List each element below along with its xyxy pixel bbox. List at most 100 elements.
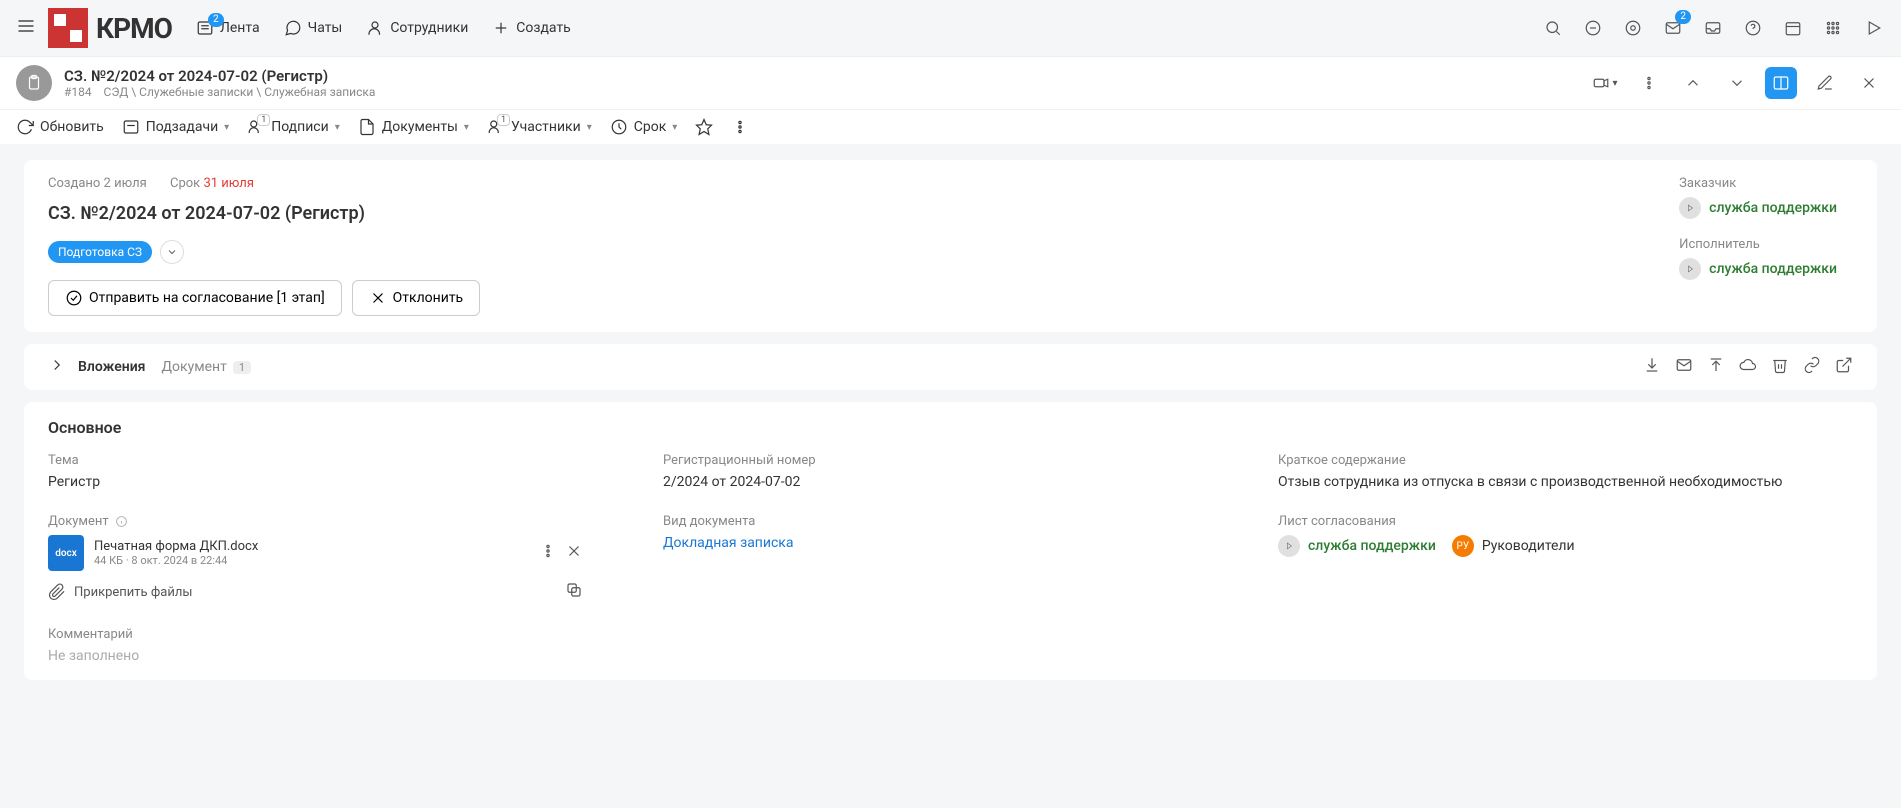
help-button[interactable] [1741,16,1765,40]
nav-create[interactable]: Создать [492,19,571,37]
close-button[interactable] [1853,67,1885,99]
document-icon [358,118,376,136]
file-remove-button[interactable] [565,542,583,564]
cloud-button[interactable] [1739,356,1757,378]
next-button[interactable] [1721,67,1753,99]
file-more-button[interactable] [539,542,557,564]
comment-label: Комментарий [48,627,623,642]
chevron-down-icon [1728,74,1746,92]
file-name[interactable]: Печатная форма ДКП.docx [94,539,258,554]
nav-feed-badge: 2 [208,13,224,27]
participants-label: Участники [511,119,581,135]
approval-user-2[interactable]: РУ Руководители [1452,535,1575,557]
nav-chats-label: Чаты [308,20,343,36]
file-icon: docx [48,535,84,571]
send-approval-label: Отправить на согласование [1 этап] [89,290,325,306]
summary-label: Краткое содержание [1278,453,1853,468]
grid-icon [1824,19,1842,37]
customer-name: служба поддержки [1709,200,1837,216]
approval-label: Лист согласования [1278,514,1853,529]
favorite-button[interactable] [695,118,713,136]
play-small-icon [1685,203,1695,213]
customer-chip[interactable]: служба поддержки [1679,197,1837,219]
customer-label: Заказчик [1679,176,1837,191]
deadline-meta-label: Срок [170,176,200,191]
participants-button[interactable]: 1 Участники ▾ [487,118,592,136]
apps-button[interactable] [1821,16,1845,40]
reject-label: Отклонить [393,290,464,306]
expand-attachments[interactable] [48,356,66,378]
copy-button[interactable] [565,581,583,603]
comment-value: Не заполнено [48,648,623,664]
external-button[interactable] [1835,356,1853,378]
download-button[interactable] [1643,356,1661,378]
doc-title: СЗ. №2/2024 от 2024-07-02 (Регистр) [64,67,1589,85]
doctype-value[interactable]: Докладная записка [663,535,1238,551]
mail-attach-button[interactable] [1675,356,1693,378]
doc-breadcrumb: СЭД \ Служебные записки \ Служебная запи… [104,85,376,99]
video-button[interactable]: ▾ [1589,67,1621,99]
send-approval-button[interactable]: Отправить на согласование [1 этап] [48,280,342,316]
mail-icon [1675,356,1693,374]
more-vertical-icon [731,118,749,136]
deadline-button[interactable]: Срок ▾ [610,118,678,136]
chat-icon [284,19,302,37]
regnum-label: Регистрационный номер [663,453,1238,468]
status-dropdown[interactable] [160,240,184,264]
layout-icon [1772,74,1790,92]
documents-button[interactable]: Документы ▾ [358,118,469,136]
nav-feed[interactable]: Лента 2 [196,19,260,37]
signatures-button[interactable]: 1 Подписи ▾ [247,118,340,136]
subtasks-button[interactable]: Подзадачи ▾ [122,118,229,136]
approval-user-1[interactable]: служба поддержки [1278,535,1436,557]
nav-create-label: Создать [516,20,571,36]
hamburger-icon [16,16,36,36]
reject-button[interactable]: Отклонить [352,280,481,316]
executor-label: Исполнитель [1679,237,1837,252]
topic-label: Тема [48,453,623,468]
message-icon [1584,19,1602,37]
avatar [1679,258,1701,280]
messages-button[interactable] [1581,16,1605,40]
mention-button[interactable] [1621,16,1645,40]
attachments-title: Вложения [78,359,145,375]
deadline-label: Срок [634,119,667,135]
more-button[interactable] [1633,67,1665,99]
signatures-badge: 1 [257,114,270,126]
clock-icon [610,118,628,136]
executor-chip[interactable]: служба поддержки [1679,258,1837,280]
edit-icon [1816,74,1834,92]
mail-button[interactable]: 2 [1661,16,1685,40]
search-button[interactable] [1541,16,1565,40]
subtasks-label: Подзадачи [146,119,218,135]
calendar-button[interactable] [1781,16,1805,40]
download-icon [1643,356,1661,374]
edit-button[interactable] [1809,67,1841,99]
chevron-down-icon: ▾ [672,122,677,133]
menu-button[interactable] [16,16,36,40]
chevron-right-icon [48,356,66,374]
logo[interactable]: КРМО [48,8,172,48]
toolbar-more-button[interactable] [731,118,749,136]
play-button[interactable] [1861,16,1885,40]
play-small-icon [1685,264,1695,274]
calendar-icon [1784,19,1802,37]
file-meta: 44 КБ · 8 окт. 2024 в 22:44 [94,554,258,567]
nav-employees[interactable]: Сотрудники [366,19,468,37]
trash-button[interactable] [1771,356,1789,378]
at-icon [1624,19,1642,37]
regnum-value: 2/2024 от 2024-07-02 [663,474,1238,490]
cloud-icon [1739,356,1757,374]
inbox-button[interactable] [1701,16,1725,40]
prev-button[interactable] [1677,67,1709,99]
nav-chats[interactable]: Чаты [284,19,343,37]
link-button[interactable] [1803,356,1821,378]
created-label: Создано [48,176,100,191]
attachments-tab[interactable]: Документ 1 [161,359,251,375]
upload-button[interactable] [1707,356,1725,378]
refresh-button[interactable]: Обновить [16,118,104,136]
panel-button[interactable] [1765,67,1797,99]
copy-icon [565,581,583,599]
nav-feed-label: Лента [220,20,260,36]
attach-files-link[interactable]: Прикрепить файлы [48,581,623,603]
